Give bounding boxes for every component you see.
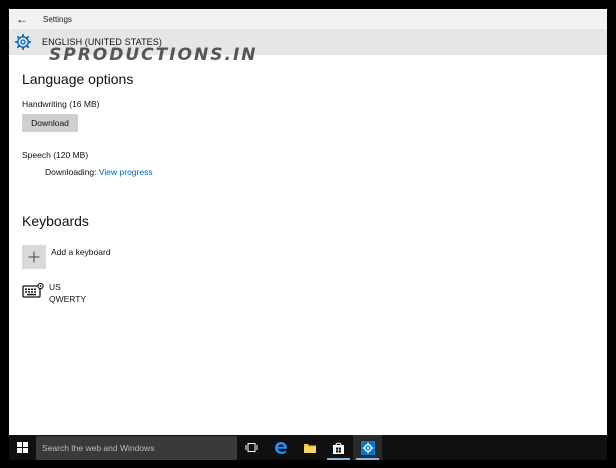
view-progress-link[interactable]: View progress — [99, 167, 153, 177]
search-placeholder: Search the web and Windows — [42, 442, 155, 453]
keyboard-icon — [22, 282, 44, 298]
store-button[interactable] — [324, 435, 353, 460]
add-keyboard-label[interactable]: Add a keyboard — [51, 247, 111, 257]
settings-window: ← Settings ENGLISH (UNITED STATES) SPROD… — [9, 9, 607, 435]
download-button[interactable]: Download — [22, 114, 78, 132]
edge-icon — [274, 441, 287, 454]
gear-icon — [15, 34, 31, 50]
language-options-heading: Language options — [22, 71, 134, 87]
keyboard-name[interactable]: US — [49, 282, 61, 292]
task-view-icon — [245, 443, 258, 452]
back-button[interactable]: ← — [9, 9, 35, 29]
windows-start-icon — [17, 442, 28, 453]
back-arrow-icon: ← — [16, 12, 28, 26]
add-keyboard-button[interactable] — [22, 245, 46, 269]
page-header: ENGLISH (UNITED STATES) — [9, 29, 607, 55]
edge-button[interactable] — [266, 435, 295, 460]
file-explorer-icon — [303, 443, 316, 453]
settings-icon — [360, 440, 375, 455]
start-button[interactable] — [9, 435, 36, 460]
settings-taskbar-button[interactable] — [353, 435, 382, 460]
title-bar: ← Settings — [9, 9, 607, 29]
speech-label: Speech (120 MB) — [22, 150, 89, 160]
search-input[interactable]: Search the web and Windows — [36, 435, 237, 460]
keyboard-layout: QWERTY — [49, 294, 87, 304]
download-status-label: Downloading: — [45, 167, 97, 177]
task-view-button[interactable] — [237, 435, 266, 460]
handwriting-label: Handwriting (16 MB) — [22, 99, 100, 109]
app-title: Settings — [43, 14, 72, 24]
keyboards-heading: Keyboards — [22, 213, 89, 229]
store-icon — [333, 442, 344, 454]
plus-icon — [28, 251, 40, 263]
taskbar: Search the web and Windows — [9, 435, 607, 460]
language-name: ENGLISH (UNITED STATES) — [42, 37, 162, 47]
file-explorer-button[interactable] — [295, 435, 324, 460]
download-status: Downloading: View progress — [45, 167, 153, 177]
